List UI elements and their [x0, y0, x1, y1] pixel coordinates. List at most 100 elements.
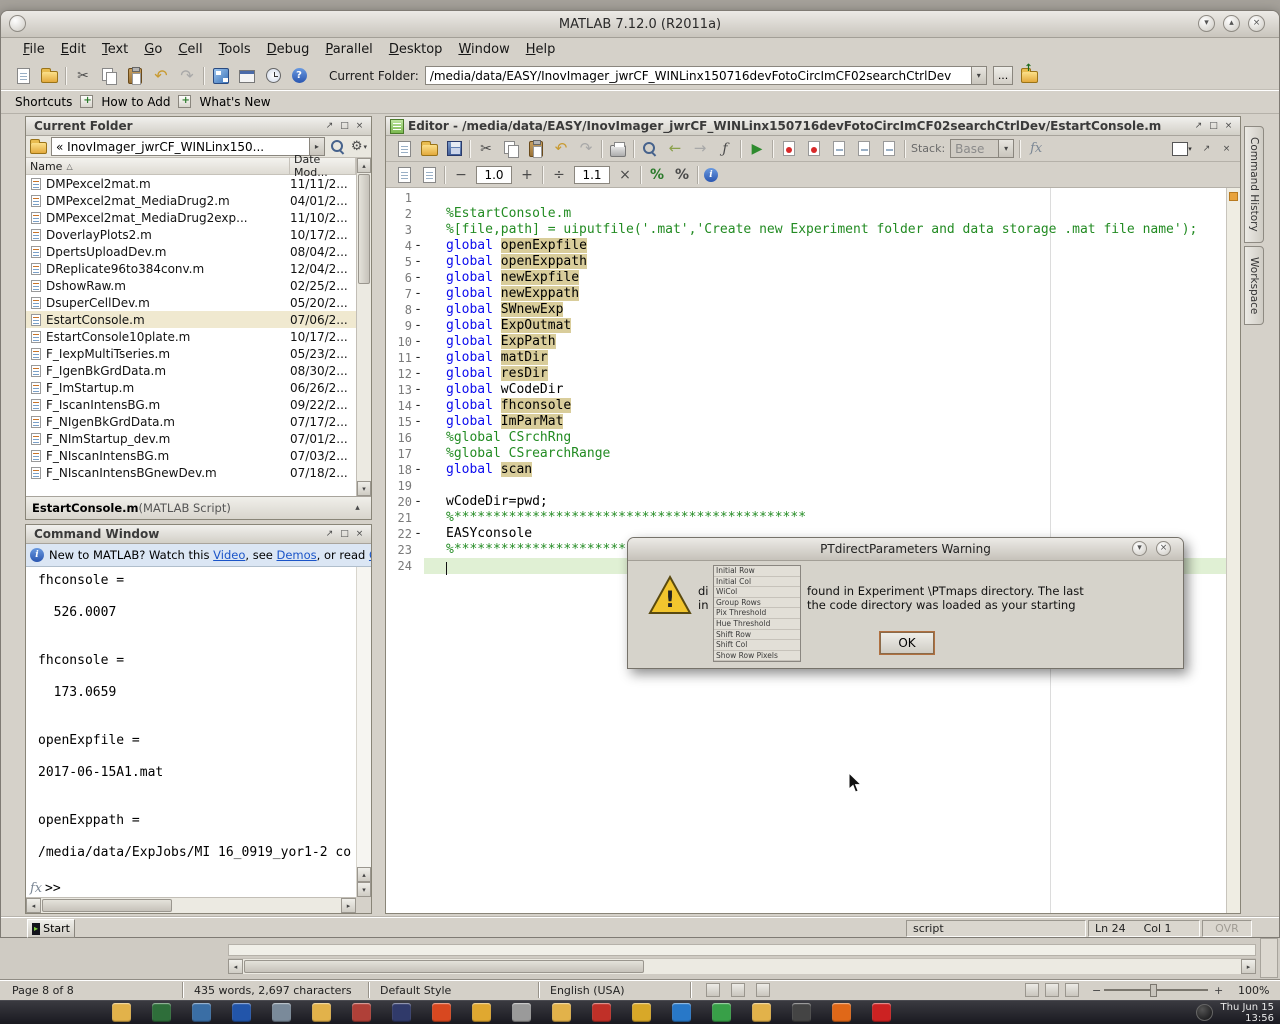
- set-clear-breakpoint-button[interactable]: [779, 139, 799, 159]
- parameter-list-item[interactable]: Initial Row: [714, 566, 800, 577]
- clear-all-breakpoints-button[interactable]: [804, 139, 824, 159]
- scrollbar-thumb[interactable]: [358, 174, 370, 284]
- taskbar-app-icon[interactable]: [792, 1003, 811, 1022]
- parameter-list[interactable]: Initial RowInitial ColWiColGroup RowsPix…: [713, 565, 801, 662]
- comment-button[interactable]: %: [647, 165, 667, 185]
- collapse-details-icon[interactable]: ▴: [350, 501, 365, 515]
- copy-button[interactable]: [99, 66, 119, 86]
- taskbar-app-icon[interactable]: [672, 1003, 691, 1022]
- insert-cell-divider-button[interactable]: [394, 165, 414, 185]
- find-button[interactable]: [640, 139, 660, 159]
- redo-button[interactable]: ↷: [177, 66, 197, 86]
- command-window-vscrollbar[interactable]: ▴ ▾: [356, 567, 371, 897]
- undock-editor-icon[interactable]: ↗: [1199, 142, 1214, 156]
- start-button[interactable]: ▸ Start: [27, 919, 75, 938]
- file-row[interactable]: DReplicate96to384conv.m 12/04/2...: [26, 260, 356, 277]
- document-language[interactable]: English (USA): [550, 984, 625, 997]
- go-forward-button[interactable]: →: [690, 139, 710, 159]
- open-file-button[interactable]: [39, 66, 59, 86]
- function-indicator-icon[interactable]: ƒ: [715, 139, 735, 159]
- undock-icon[interactable]: ↗: [322, 527, 337, 541]
- guide-button[interactable]: [237, 66, 257, 86]
- split-view-button[interactable]: ▾: [1170, 139, 1194, 159]
- command-window-hscrollbar[interactable]: ◂ ▸: [26, 897, 356, 913]
- file-row[interactable]: F_NIscanIntensBG.m 07/03/2...: [26, 447, 356, 464]
- browse-folder-button[interactable]: ...: [993, 66, 1014, 85]
- divide-value-button[interactable]: ÷: [549, 165, 569, 185]
- actions-menu-button[interactable]: ⚙ ▾: [351, 140, 367, 153]
- command-prompt[interactable]: >>: [45, 881, 61, 896]
- redo-button[interactable]: ↷: [576, 139, 596, 159]
- close-editor-icon[interactable]: ×: [1219, 142, 1234, 156]
- demos-link[interactable]: Demos: [277, 548, 317, 562]
- taskbar-app-icon[interactable]: [832, 1003, 851, 1022]
- factor-value-field[interactable]: 1.1: [574, 166, 610, 184]
- zoom-out-icon[interactable]: −: [1092, 984, 1101, 997]
- breadcrumb[interactable]: « InovImager_jwrCF_WINLinx150... ▸: [51, 137, 325, 156]
- current-folder-input[interactable]: /media/data/EASY/InovImager_jwrCF_WINLin…: [425, 66, 987, 85]
- book-view-icon[interactable]: [1065, 983, 1079, 997]
- file-row[interactable]: EstartConsole10plate.m 10/17/2...: [26, 328, 356, 345]
- step-in-button[interactable]: [854, 139, 874, 159]
- file-row[interactable]: F_NImStartup_dev.m 07/01/2...: [26, 430, 356, 447]
- open-button[interactable]: [419, 139, 439, 159]
- command-output[interactable]: fhconsole = 526.0007fhconsole = 173.0659…: [38, 573, 355, 873]
- scrollbar-thumb[interactable]: [42, 899, 172, 912]
- zoom-in-icon[interactable]: +: [1214, 984, 1223, 997]
- taskbar-app-icon[interactable]: [152, 1003, 171, 1022]
- step-button[interactable]: [829, 139, 849, 159]
- file-row[interactable]: EstartConsole.m 07/06/2...: [26, 311, 356, 328]
- function-hints-button[interactable]: fx: [30, 881, 42, 896]
- help-button[interactable]: ?: [289, 66, 309, 86]
- uncomment-button[interactable]: %: [672, 165, 692, 185]
- close-panel-icon[interactable]: ×: [352, 119, 367, 133]
- single-page-view-icon[interactable]: [1025, 983, 1039, 997]
- menu-item[interactable]: Tools: [211, 38, 259, 61]
- clock-icon[interactable]: [1196, 1004, 1213, 1021]
- zoom-slider-thumb[interactable]: [1150, 984, 1157, 997]
- multi-page-view-icon[interactable]: [1045, 983, 1059, 997]
- dialog-close-button[interactable]: ×: [1156, 541, 1171, 556]
- taskbar-app-icon[interactable]: [712, 1003, 731, 1022]
- taskbar-app-icon[interactable]: [312, 1003, 331, 1022]
- maximize-panel-icon[interactable]: □: [337, 119, 352, 133]
- scroll-down-icon[interactable]: ▾: [357, 882, 371, 897]
- insert-function-button[interactable]: fx: [1026, 139, 1046, 159]
- message-indicator-bar[interactable]: [1226, 188, 1240, 913]
- paste-button[interactable]: [125, 66, 145, 86]
- menu-item[interactable]: Go: [136, 38, 170, 61]
- file-row[interactable]: F_NIscanIntensBGnewDev.m 07/18/2...: [26, 464, 356, 481]
- panel-tab[interactable]: Command History: [1244, 126, 1264, 243]
- document-modified-icon[interactable]: [756, 983, 770, 997]
- parameter-list-item[interactable]: Show Row Pixels: [714, 651, 800, 662]
- parameter-list-item[interactable]: WiCol: [714, 587, 800, 598]
- taskbar-app-icon[interactable]: [512, 1003, 531, 1022]
- file-row[interactable]: DMPexcel2mat.m 11/11/2...: [26, 175, 356, 192]
- evaluate-cell-button[interactable]: [419, 165, 439, 185]
- paragraph-style[interactable]: Default Style: [380, 984, 451, 997]
- zoom-level[interactable]: 100%: [1238, 984, 1269, 997]
- file-row[interactable]: DshowRaw.m 02/25/2...: [26, 277, 356, 294]
- file-list-scrollbar[interactable]: ▴ ▾: [356, 158, 371, 496]
- up-folder-button[interactable]: ↑: [1019, 66, 1039, 86]
- file-row[interactable]: F_IscanIntensBG.m 09/22/2...: [26, 396, 356, 413]
- getting-started-link[interactable]: Ge: [369, 548, 371, 562]
- minimize-button[interactable]: ▾: [1198, 15, 1215, 32]
- menu-item[interactable]: Desktop: [381, 38, 451, 61]
- dialog-minimize-button[interactable]: ▾: [1132, 541, 1147, 556]
- scroll-left-icon[interactable]: ◂: [228, 959, 243, 974]
- taskbar-app-icon[interactable]: [592, 1003, 611, 1022]
- menu-item[interactable]: Text: [94, 38, 136, 61]
- scroll-up-icon[interactable]: ▴: [357, 867, 371, 882]
- close-button[interactable]: ×: [1248, 15, 1265, 32]
- save-button[interactable]: [444, 139, 464, 159]
- writer-vscrollbar[interactable]: [1260, 938, 1278, 978]
- parameter-list-item[interactable]: Pix Threshold: [714, 608, 800, 619]
- file-row[interactable]: DpertsUploadDev.m 08/04/2...: [26, 243, 356, 260]
- taskbar-app-icon[interactable]: [552, 1003, 571, 1022]
- menu-item[interactable]: Window: [450, 38, 517, 61]
- close-panel-icon[interactable]: ×: [352, 527, 367, 541]
- undo-button[interactable]: ↶: [551, 139, 571, 159]
- profiler-button[interactable]: [263, 66, 283, 86]
- menu-item[interactable]: Parallel: [317, 38, 380, 61]
